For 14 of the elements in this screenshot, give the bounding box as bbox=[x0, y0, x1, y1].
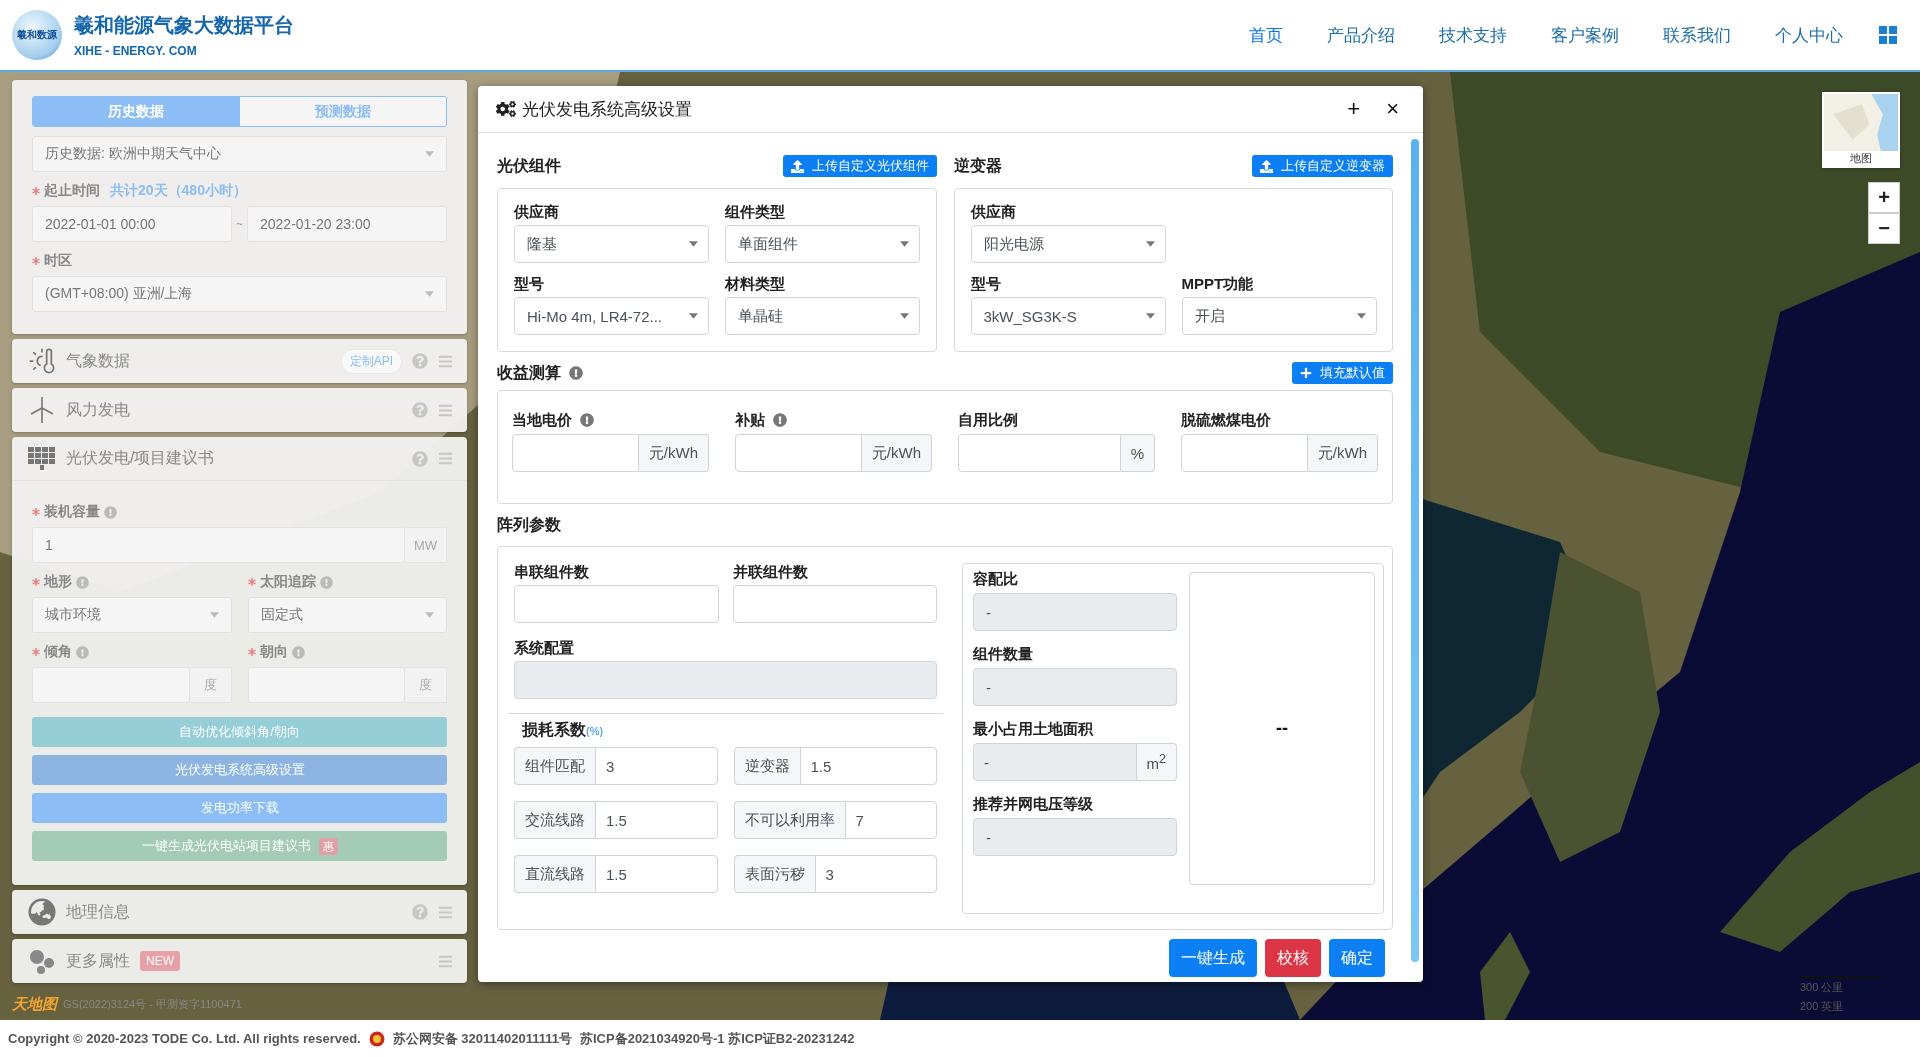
site-title: 羲和能源气象大数据平台 bbox=[74, 13, 294, 38]
nav-link[interactable]: 产品介绍 bbox=[1305, 23, 1417, 47]
logo-text: 羲和数源 bbox=[17, 28, 57, 42]
nav-link[interactable]: 客户案例 bbox=[1529, 23, 1641, 47]
icp-text[interactable]: 苏ICP备2021034920号-1 苏ICP证B2-20231242 bbox=[580, 1029, 855, 1048]
grid-icon[interactable] bbox=[1879, 26, 1897, 44]
copyright-text: Copyright © 2020-2023 TODE Co. Ltd. All rights reserved. bbox=[8, 1031, 361, 1046]
nav-link[interactable]: 首页 bbox=[1227, 23, 1305, 47]
nav-link[interactable]: 联系我们 bbox=[1641, 23, 1753, 47]
nav-link[interactable]: 个人中心 bbox=[1753, 23, 1865, 47]
police-record-text[interactable]: 苏公网安备 32011402011111号 bbox=[392, 1029, 572, 1048]
police-badge-icon bbox=[368, 1030, 385, 1047]
site-subtitle: XIHE - ENERGY. COM bbox=[74, 44, 198, 58]
nav-link[interactable]: 技术支持 bbox=[1417, 23, 1529, 47]
